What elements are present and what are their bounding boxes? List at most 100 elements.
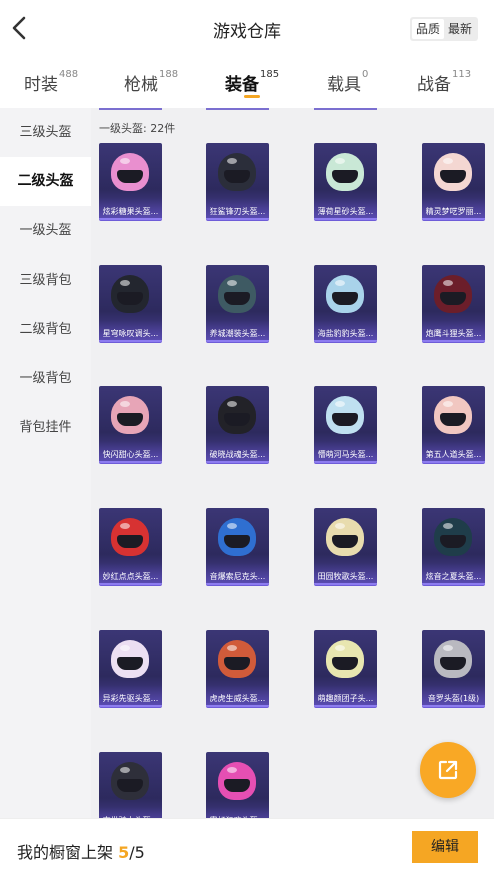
helmet-visor bbox=[440, 170, 466, 183]
helmet-icon bbox=[326, 640, 364, 678]
helmet-shine bbox=[335, 645, 345, 651]
showcase-status: 我的橱窗上架 5/5 bbox=[17, 839, 145, 863]
item-card[interactable]: 快闪甜心头盔... bbox=[99, 386, 162, 463]
item-card[interactable]: 破晓战魂头盔... bbox=[206, 386, 269, 463]
item-name: 虎虎生威头盔... bbox=[209, 694, 266, 703]
card-bottom-bar bbox=[206, 461, 269, 463]
sidebar-item-backpack-charm[interactable]: 背包挂件 bbox=[0, 403, 91, 452]
sidebar-item-level3-backpack[interactable]: 三级背包 bbox=[0, 256, 91, 305]
card-bottom-bar bbox=[99, 218, 162, 220]
item-card[interactable]: 霓虹狂欢头盔... bbox=[206, 752, 269, 818]
item-name: 薄荷星砂头盔... bbox=[317, 207, 374, 216]
helmet-visor bbox=[440, 292, 466, 305]
card-bottom-bar bbox=[314, 340, 377, 342]
sort-newest-option[interactable]: 最新 bbox=[444, 19, 476, 39]
helmet-visor bbox=[224, 657, 250, 670]
helmet-shine bbox=[443, 401, 453, 407]
helmet-visor bbox=[440, 657, 466, 670]
helmet-icon bbox=[111, 396, 149, 434]
edit-button[interactable]: 编辑 bbox=[412, 831, 478, 863]
item-name: 星穹咏叹调头... bbox=[102, 329, 159, 338]
helmet-icon bbox=[218, 762, 256, 800]
helmet-icon bbox=[326, 153, 364, 191]
card-bottom-bar bbox=[314, 583, 377, 585]
item-card[interactable]: 音爆索尼克头... bbox=[206, 508, 269, 585]
helmet-shine bbox=[227, 158, 237, 164]
helmet-icon bbox=[111, 762, 149, 800]
item-card[interactable]: 音罗头盔(1级) bbox=[422, 630, 485, 707]
helmet-shine bbox=[443, 645, 453, 651]
card-bottom-bar bbox=[99, 705, 162, 707]
tab-equipment[interactable]: 装备185 bbox=[225, 69, 279, 95]
helmet-shine bbox=[120, 280, 130, 286]
tab-count: 113 bbox=[452, 69, 472, 80]
card-edge bbox=[314, 108, 377, 110]
helmet-shine bbox=[120, 645, 130, 651]
helmet-visor bbox=[332, 535, 358, 548]
helmet-visor bbox=[224, 413, 250, 426]
sidebar-item-level2-helmet[interactable]: 二级头盔 bbox=[0, 157, 91, 206]
sidebar-item-level2-backpack[interactable]: 二级背包 bbox=[0, 305, 91, 354]
helmet-shine bbox=[227, 523, 237, 529]
helmet-visor bbox=[224, 779, 250, 792]
item-card[interactable]: 田园牧歌头盔... bbox=[314, 508, 377, 585]
item-card[interactable]: 异彩先驱头盔... bbox=[99, 630, 162, 707]
tab-guns[interactable]: 枪械188 bbox=[124, 69, 178, 95]
item-name: 海盐豹豹头盔... bbox=[317, 329, 374, 338]
item-card[interactable]: 星穹咏叹调头... bbox=[99, 265, 162, 342]
sidebar-item-level3-helmet[interactable]: 三级头盔 bbox=[0, 108, 91, 157]
sidebar: 三级头盔 二级头盔 一级头盔 三级背包 二级背包 一级背包 背包挂件 bbox=[0, 108, 91, 818]
helmet-visor bbox=[440, 535, 466, 548]
item-grid-area[interactable]: 一级头盔: 22件 炫彩糖果头盔... 狂鲨锋刃头盔... 薄荷星砂头盔... 精灵梦… bbox=[91, 108, 494, 818]
helmet-shine bbox=[335, 158, 345, 164]
sort-toggle[interactable]: 品质 最新 bbox=[409, 17, 478, 41]
item-card[interactable]: 海盐豹豹头盔... bbox=[314, 265, 377, 342]
tab-battle-supplies[interactable]: 战备113 bbox=[417, 69, 472, 95]
item-name: 养城潮装头盔... bbox=[209, 329, 266, 338]
helmet-icon bbox=[111, 275, 149, 313]
sidebar-item-level1-backpack[interactable]: 一级背包 bbox=[0, 354, 91, 403]
sort-quality-option[interactable]: 品质 bbox=[411, 19, 444, 39]
item-card[interactable]: 炮鹰斗狸头盔... bbox=[422, 265, 485, 342]
tab-count: 0 bbox=[362, 69, 369, 80]
helmet-icon bbox=[434, 518, 472, 556]
helmet-icon bbox=[111, 640, 149, 678]
item-name: 第五人道头盔... bbox=[425, 450, 482, 459]
tab-vehicles[interactable]: 载具0 bbox=[327, 69, 369, 95]
item-card[interactable]: 养城潮装头盔... bbox=[206, 265, 269, 342]
sidebar-item-level1-helmet[interactable]: 一级头盔 bbox=[0, 206, 91, 255]
helmet-shine bbox=[120, 401, 130, 407]
item-name: 快闪甜心头盔... bbox=[102, 450, 159, 459]
item-card[interactable]: 懵萌河马头盔... bbox=[314, 386, 377, 463]
item-card[interactable]: 第五人道头盔... bbox=[422, 386, 485, 463]
item-card[interactable]: 炫音之夏头盔... bbox=[422, 508, 485, 585]
card-bottom-bar bbox=[99, 461, 162, 463]
card-edge bbox=[99, 108, 162, 110]
item-card[interactable]: 萌趣颜团子头... bbox=[314, 630, 377, 707]
tab-fashion[interactable]: 时装488 bbox=[24, 69, 78, 95]
item-name: 田园牧歌头盔... bbox=[317, 572, 374, 581]
helmet-shine bbox=[443, 523, 453, 529]
item-name: 狂鲨锋刃头盔... bbox=[209, 207, 266, 216]
item-card[interactable]: 虎虎生威头盔... bbox=[206, 630, 269, 707]
helmet-icon bbox=[326, 396, 364, 434]
item-name: 异彩先驱头盔... bbox=[102, 694, 159, 703]
item-card[interactable]: 薄荷星砂头盔... bbox=[314, 143, 377, 220]
card-bottom-bar bbox=[422, 583, 485, 585]
helmet-visor bbox=[224, 170, 250, 183]
helmet-icon bbox=[434, 396, 472, 434]
item-card[interactable]: 妙红点点头盔... bbox=[99, 508, 162, 585]
item-card[interactable]: 炫彩糖果头盔... bbox=[99, 143, 162, 220]
item-card[interactable]: 狂鲨锋刃头盔... bbox=[206, 143, 269, 220]
section-title: 一级头盔: 22件 bbox=[99, 122, 176, 135]
tab-label: 战备 bbox=[417, 75, 451, 95]
header-bar: 游戏仓库 品质 最新 bbox=[0, 0, 494, 58]
helmet-shine bbox=[120, 767, 130, 773]
helmet-icon bbox=[218, 518, 256, 556]
item-card[interactable]: 末世骑士头盔... bbox=[99, 752, 162, 818]
helmet-icon bbox=[111, 153, 149, 191]
item-name: 音爆索尼克头... bbox=[209, 572, 266, 581]
item-card[interactable]: 精灵梦呓罗丽... bbox=[422, 143, 485, 220]
card-bottom-bar bbox=[422, 705, 485, 707]
share-button[interactable] bbox=[420, 742, 476, 798]
